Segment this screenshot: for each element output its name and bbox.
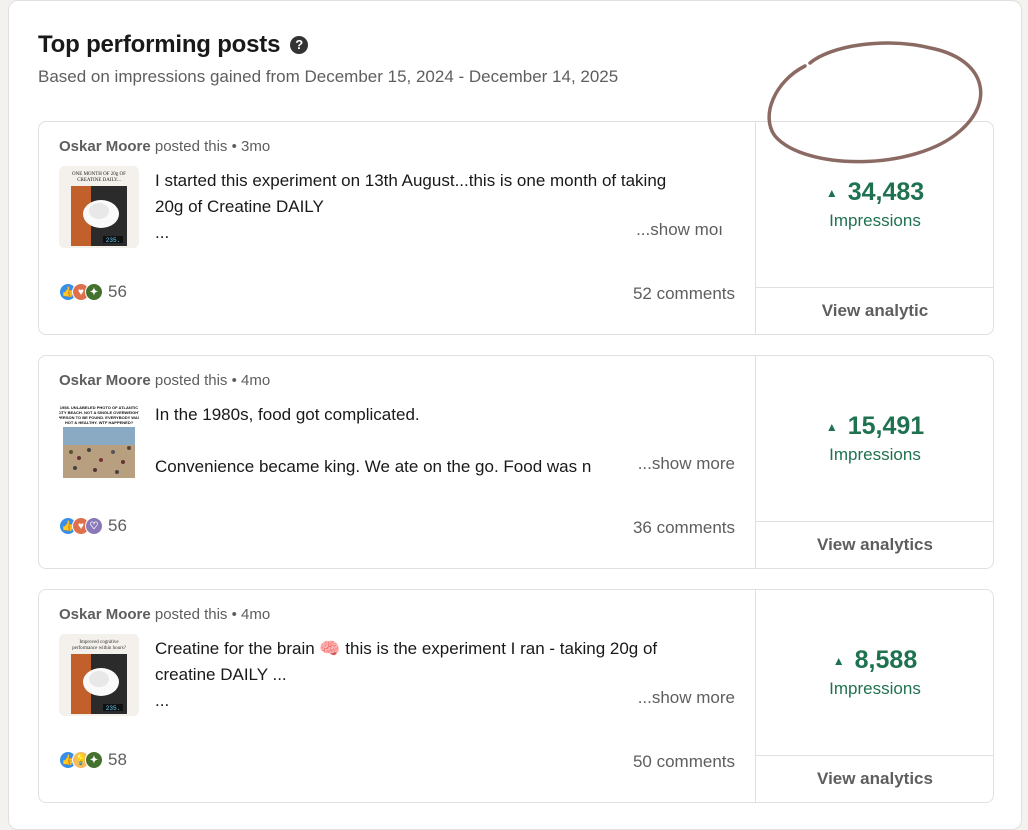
svg-text:CREATINE DAILY...: CREATINE DAILY... <box>77 178 121 183</box>
comments-count[interactable]: 50 comments <box>633 752 735 772</box>
post-metrics: ▲ 15,491 Impressions View analytics <box>755 356 994 568</box>
celebrate-reaction-icon: ✦ <box>85 751 103 769</box>
posted-time: posted this • 4mo <box>150 606 271 623</box>
post-thumbnail[interactable]: 1958. UNLABELED PHOTO OF ATLANTIC CITY B… <box>59 400 139 482</box>
author-name[interactable]: Oskar Moore <box>59 138 151 155</box>
post-thumbnail[interactable]: Improved cognitive performance within ho… <box>59 634 139 716</box>
post-card[interactable]: Oskar Moore posted this • 4mo 1958. UNLA… <box>38 355 994 569</box>
svg-text:performance within hours?: performance within hours? <box>72 646 127 651</box>
support-reaction-icon: ♡ <box>85 517 103 535</box>
post-text-line: In the 1980s, food got complicated. <box>155 405 420 424</box>
show-more-link[interactable]: ...show more <box>638 688 735 708</box>
reaction-count: 58 <box>108 750 127 769</box>
view-analytics-button[interactable]: View analytics <box>756 522 994 568</box>
post-card[interactable]: Oskar Moore posted this • 3mo ONE MONTH … <box>38 121 994 335</box>
post-metrics: ▲ 34,483 Impressions View analytic <box>755 122 994 334</box>
reaction-count: 56 <box>108 516 127 535</box>
page-title: Top performing posts <box>38 31 281 58</box>
impressions-count: 34,483 <box>847 178 925 206</box>
post-thumbnail[interactable]: ONE MONTH OF 20g OF CREATINE DAILY... 23… <box>59 166 139 248</box>
post-card[interactable]: Oskar Moore posted this • 4mo Improved c… <box>38 589 994 803</box>
thumbnail-caption: Improved cognitive <box>79 640 119 645</box>
impressions-count: 8,588 <box>854 646 918 674</box>
post-text-line <box>155 428 735 454</box>
comments-count[interactable]: 52 comments <box>633 284 735 304</box>
post-details: Oskar Moore posted this • 4mo Improved c… <box>39 590 755 802</box>
posted-time: posted this • 3mo <box>150 138 271 155</box>
posted-time: posted this • 4mo <box>150 372 271 389</box>
post-text-line: Creatine for the brain 🧠 this is the exp… <box>155 639 658 658</box>
impressions-block: ▲ 34,483 Impressions <box>756 122 994 288</box>
reactions[interactable]: 👍 ♥ ♡ 56 <box>59 516 127 536</box>
panel-header: Top performing posts ? <box>38 31 309 59</box>
reactions[interactable]: 👍 💡 ✦ 58 <box>59 750 127 770</box>
help-icon[interactable]: ? <box>290 36 309 54</box>
post-text-line: I started this experiment on 13th August… <box>155 171 667 190</box>
date-range-subtitle: Based on impressions gained from Decembe… <box>38 67 619 86</box>
thumbnail-caption: ONE MONTH OF 20g OF <box>72 172 126 177</box>
view-analytics-button[interactable]: View analytics <box>756 756 994 802</box>
top-posts-panel: Top performing posts ? Based on impressi… <box>8 0 1022 830</box>
impressions-label: Impressions <box>829 211 921 230</box>
celebrate-reaction-icon: ✦ <box>85 283 103 301</box>
impressions-block: ▲ 8,588 Impressions <box>756 590 994 756</box>
post-byline: Oskar Moore posted this • 4mo <box>59 606 270 623</box>
impressions-count: 15,491 <box>847 412 925 440</box>
comments-count[interactable]: 36 comments <box>633 518 735 538</box>
show-more-link[interactable]: ...show more <box>638 454 735 474</box>
svg-text:235.: 235. <box>106 705 120 712</box>
up-arrow-icon: ▲ <box>825 419 838 434</box>
post-byline: Oskar Moore posted this • 4mo <box>59 372 270 389</box>
impressions-block: ▲ 15,491 Impressions <box>756 356 994 522</box>
post-details: Oskar Moore posted this • 3mo ONE MONTH … <box>39 122 755 334</box>
up-arrow-icon: ▲ <box>825 185 838 200</box>
post-text-line: creatine DAILY ... <box>155 665 287 684</box>
show-more-link[interactable]: ...show moı <box>636 220 723 240</box>
author-name[interactable]: Oskar Moore <box>59 606 151 623</box>
svg-text:HOT & HEALTHY. WTF HAPPENED?: HOT & HEALTHY. WTF HAPPENED? <box>65 420 134 425</box>
reaction-count: 56 <box>108 282 127 301</box>
up-arrow-icon: ▲ <box>832 653 845 668</box>
reactions[interactable]: 👍 ♥ ✦ 56 <box>59 282 127 302</box>
impressions-label: Impressions <box>829 445 921 464</box>
post-details: Oskar Moore posted this • 4mo 1958. UNLA… <box>39 356 755 568</box>
post-text-line: 20g of Creatine DAILY <box>155 197 324 216</box>
author-name[interactable]: Oskar Moore <box>59 372 151 389</box>
svg-text:235.: 235. <box>106 237 120 244</box>
view-analytics-button[interactable]: View analytic <box>756 288 994 334</box>
post-byline: Oskar Moore posted this • 3mo <box>59 138 270 155</box>
post-metrics: ▲ 8,588 Impressions View analytics <box>755 590 994 802</box>
impressions-label: Impressions <box>829 679 921 698</box>
